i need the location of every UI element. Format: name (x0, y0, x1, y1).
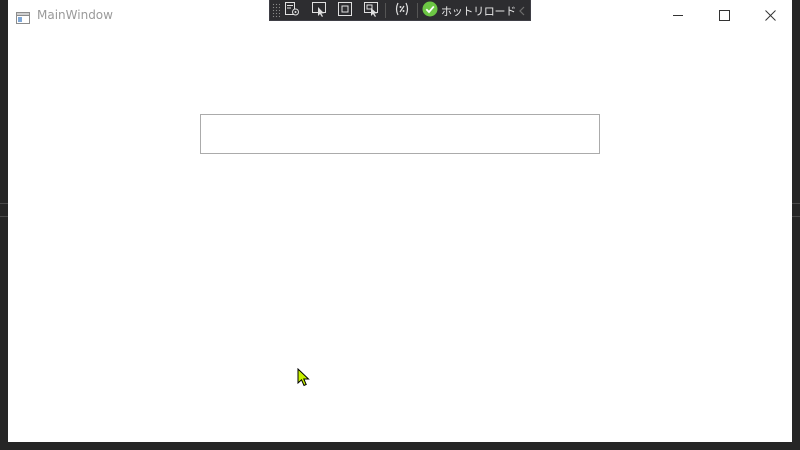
window-title: MainWindow (37, 8, 113, 22)
close-icon (764, 6, 776, 25)
binding-icon (394, 1, 410, 20)
track-focused-element-button[interactable] (360, 1, 382, 20)
display-adorners-button[interactable] (334, 1, 356, 20)
check-circle-icon (422, 1, 438, 21)
live-visual-tree-icon (284, 1, 300, 21)
hot-reload-label: ホットリロード (441, 5, 516, 18)
track-focus-icon (363, 1, 379, 21)
toolbar-separator (417, 3, 418, 18)
toolbar-grip[interactable] (272, 3, 280, 18)
select-element-icon (311, 1, 327, 21)
arrow-cursor-icon (297, 367, 311, 392)
maximize-icon (718, 6, 730, 25)
maximize-button[interactable] (701, 0, 747, 30)
main-window: MainWindow (8, 0, 792, 442)
toolbar-separator (385, 3, 386, 18)
window-app-icon (16, 9, 30, 24)
mouse-cursor (297, 367, 311, 388)
minimize-button[interactable] (655, 0, 701, 30)
xaml-debug-toolbar: ホットリロード (269, 0, 531, 21)
text-input[interactable] (200, 114, 600, 154)
close-button[interactable] (747, 0, 793, 30)
hot-reload-button[interactable]: ホットリロード (422, 1, 516, 21)
collapse-toolbar-button[interactable] (516, 1, 528, 20)
desktop-background: MainWindow ホットリロード (0, 0, 800, 450)
select-element-button[interactable] (308, 1, 330, 20)
chevron-left-icon (519, 1, 525, 20)
adorner-icon (337, 1, 353, 21)
minimize-icon (672, 6, 684, 25)
live-visual-tree-button[interactable] (281, 1, 303, 20)
binding-failures-button[interactable] (391, 1, 413, 20)
